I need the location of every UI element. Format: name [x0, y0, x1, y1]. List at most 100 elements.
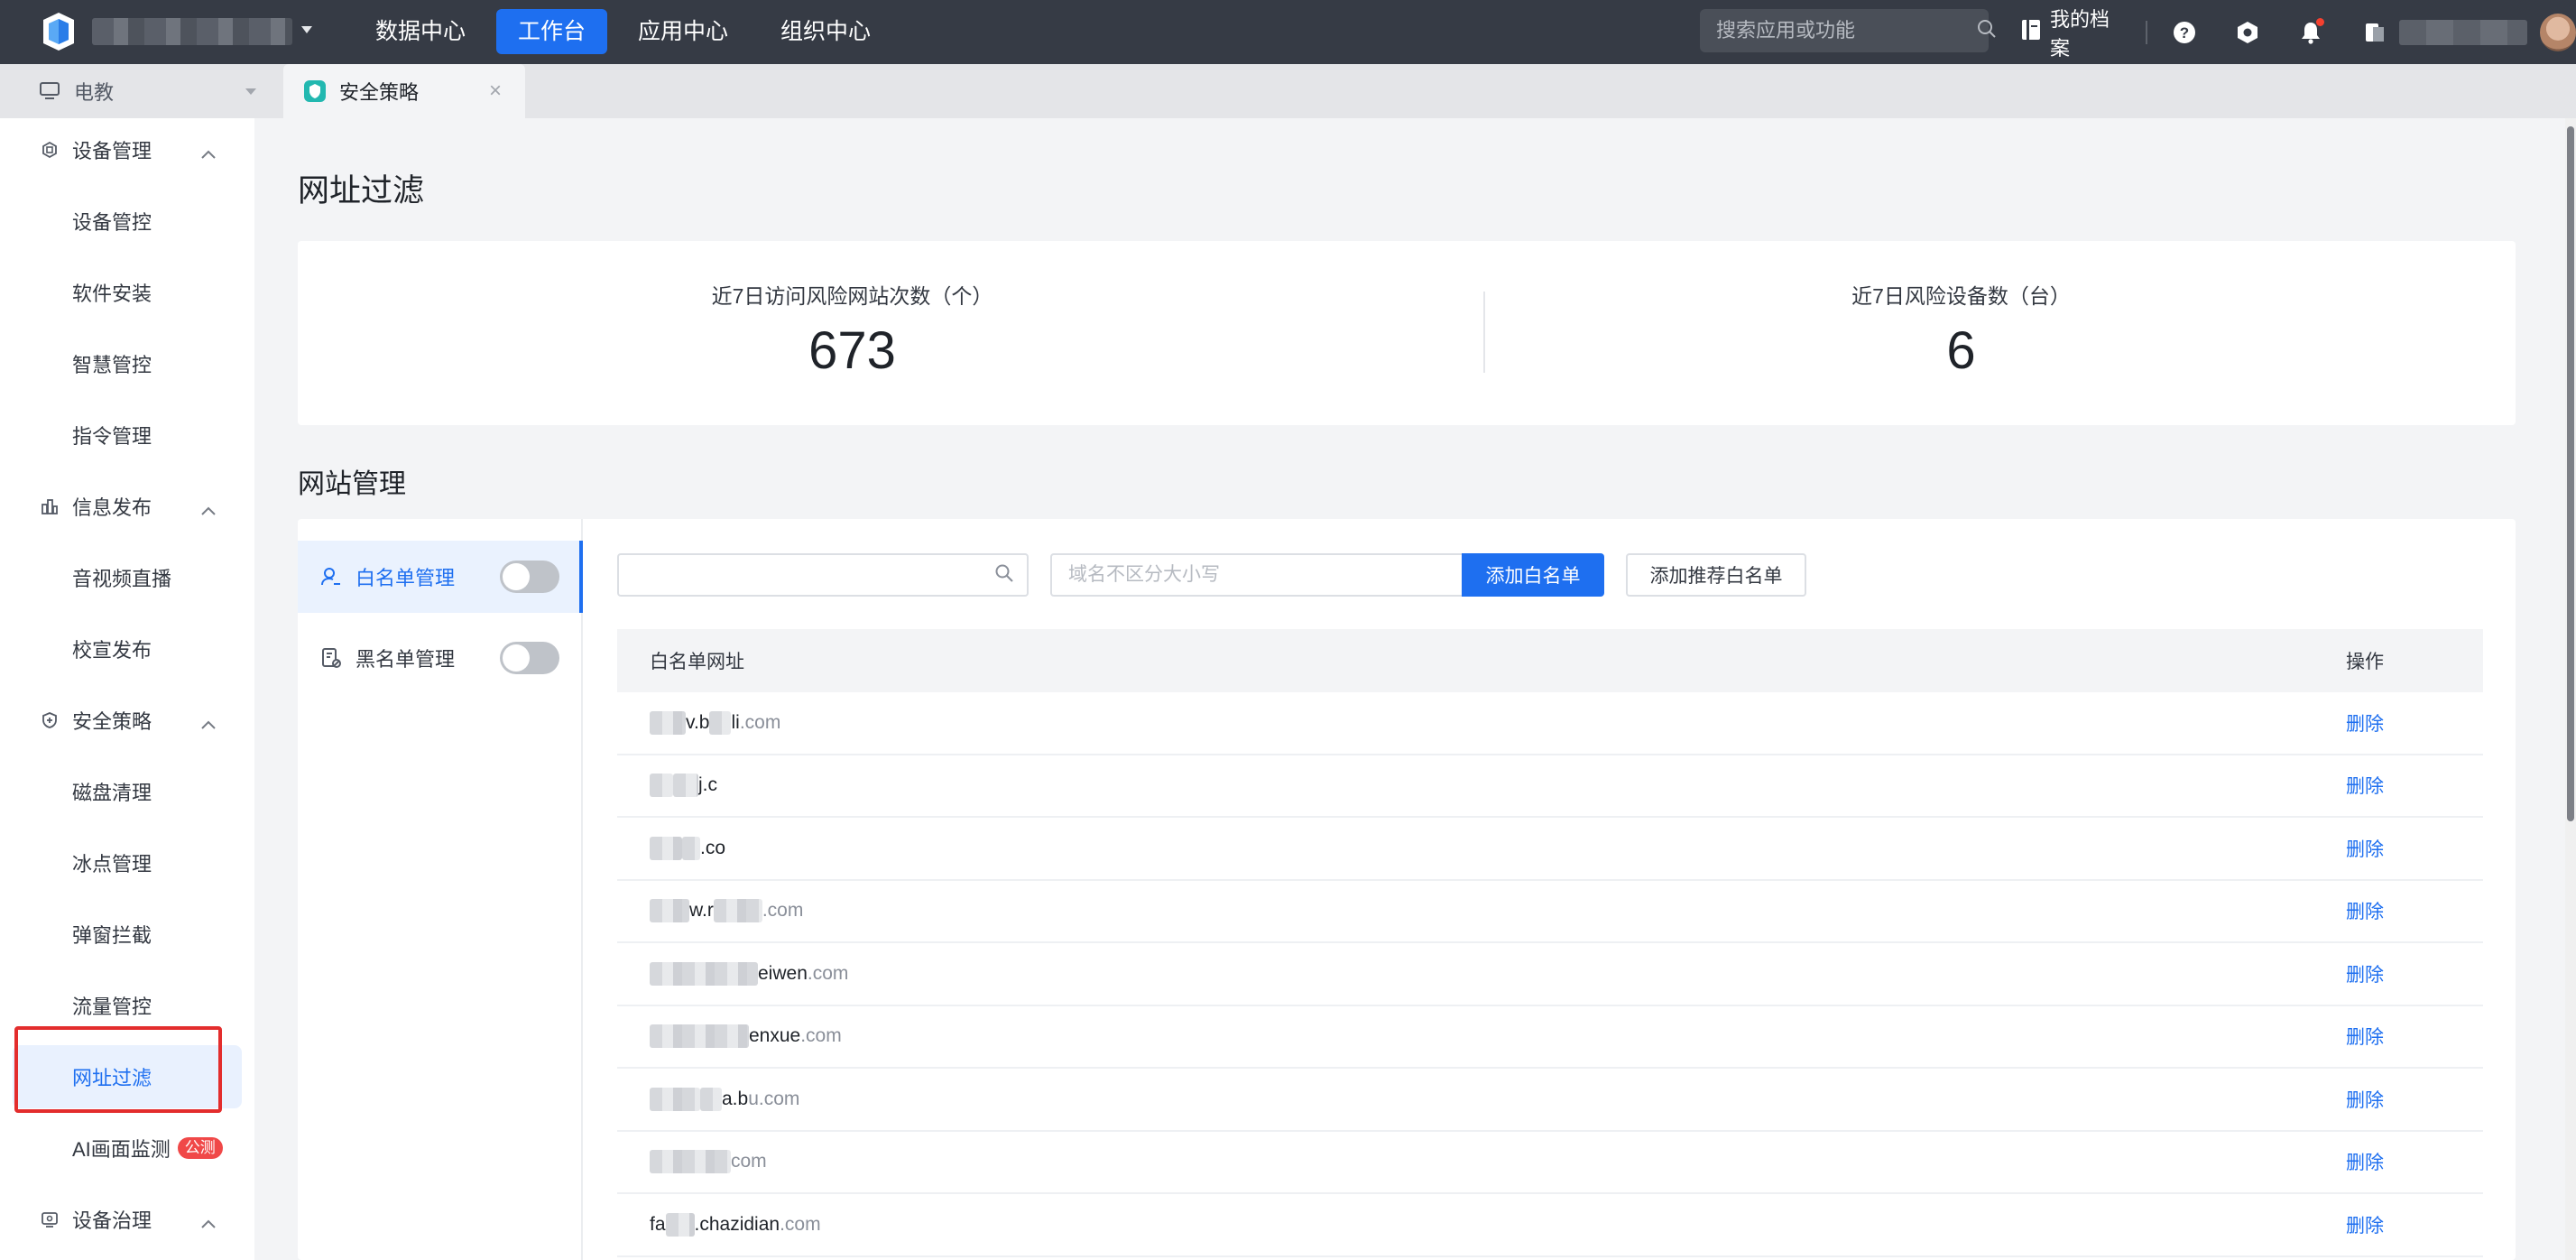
- my-profile-link[interactable]: 我的档案: [2021, 4, 2124, 61]
- whitelist-toggle[interactable]: [500, 561, 559, 593]
- svg-text:?: ?: [2180, 24, 2189, 42]
- whitelist-search[interactable]: [617, 553, 1029, 597]
- chevron-up-icon[interactable]: [200, 142, 217, 165]
- whitelist-url: .co: [617, 836, 2330, 860]
- domain-input[interactable]: [1050, 553, 1462, 597]
- tab-strip: 电教 安全策略 ×: [0, 64, 2576, 118]
- org-dropdown-icon[interactable]: [301, 26, 312, 33]
- add-recommended-whitelist-button[interactable]: 添加推荐白名单: [1626, 553, 1806, 597]
- account-switch-icon[interactable]: [2359, 16, 2389, 49]
- redacted-text: [650, 1150, 731, 1174]
- redacted-text: [650, 899, 689, 923]
- notification-dot: [2316, 17, 2325, 26]
- table-body: v.b li .com 删除 j.c 删除 .co 删除 w.r .com 删除 eiwen .com 删…: [617, 692, 2483, 1257]
- sidebar-item-url-filter[interactable]: 网址过滤: [13, 1045, 242, 1108]
- delete-link[interactable]: 删除: [2330, 1086, 2483, 1113]
- top-right-tools: 我的档案 ?: [2021, 0, 2576, 64]
- sidebar-item-campus-publish[interactable]: 校宣发布: [13, 617, 242, 681]
- sidebar-item-ai-screen-monitor[interactable]: AI画面监测 公测: [13, 1116, 242, 1180]
- stat-label: 近7日访问风险网站次数（个）: [711, 284, 993, 308]
- delete-link[interactable]: 删除: [2330, 709, 2483, 737]
- delete-link[interactable]: 删除: [2330, 835, 2483, 862]
- whitelist-search-input[interactable]: [632, 564, 994, 586]
- beta-badge: 公测: [177, 1137, 223, 1159]
- nav-blacklist[interactable]: 黑名单管理: [298, 622, 583, 694]
- whitelist-panel: 添加白名单 添加推荐白名单 白名单网址 操作 v.bli.com删除j.c删除.…: [583, 519, 2516, 1260]
- avatar[interactable]: [2540, 13, 2576, 51]
- help-icon[interactable]: ?: [2169, 16, 2200, 49]
- column-header-operation: 操作: [2346, 652, 2384, 672]
- device-icon: [40, 140, 60, 160]
- notification-bell-icon[interactable]: [2295, 16, 2326, 49]
- redacted-text: [650, 836, 682, 860]
- delete-link[interactable]: 删除: [2330, 960, 2483, 987]
- redacted-text: [673, 774, 698, 798]
- sidebar-item-device-control[interactable]: 设备管控: [13, 190, 242, 253]
- chevron-up-icon[interactable]: [200, 712, 217, 736]
- url-fragment: eiwen: [758, 962, 808, 984]
- sidebar-item-command-management[interactable]: 指令管理: [13, 403, 242, 467]
- org-name-redacted[interactable]: [92, 18, 292, 45]
- chevron-down-icon[interactable]: [245, 88, 256, 95]
- table-row: fa .chazidian .com 删除: [617, 1194, 2483, 1257]
- menu-item-data-center[interactable]: 数据中心: [354, 9, 487, 54]
- url-fragment: fa: [650, 1213, 666, 1235]
- sidebar-item-label: AI画面监测: [72, 1138, 171, 1161]
- user-check-icon: [319, 565, 343, 588]
- monitor-icon: [40, 82, 60, 100]
- website-management-card: 白名单管理 黑名单管理 域名不区分大小写 添加白名单 添加推荐白名单 白名单网址…: [298, 519, 2516, 1260]
- page-title: 网址过滤: [298, 173, 425, 208]
- sidebar-group-security-policy[interactable]: 安全策略: [0, 689, 254, 752]
- workspace-selector[interactable]: 电教: [5, 64, 276, 118]
- menu-item-org-center[interactable]: 组织中心: [759, 9, 892, 54]
- redacted-text: [709, 710, 732, 735]
- workspace-label: 电教: [74, 81, 115, 104]
- sidebar-item-live-streaming[interactable]: 音视频直播: [13, 546, 242, 609]
- close-icon[interactable]: ×: [489, 79, 502, 104]
- sidebar-item-disk-cleanup[interactable]: 磁盘清理: [13, 760, 242, 823]
- top-nav-bar: 数据中心 工作台 应用中心 组织中心 我的档案 ?: [0, 0, 2576, 64]
- sidebar-group-device-governance[interactable]: 设备治理: [0, 1188, 254, 1251]
- global-search[interactable]: [1700, 9, 1996, 52]
- nav-whitelist[interactable]: 白名单管理: [298, 541, 583, 613]
- redacted-text: [650, 1087, 700, 1111]
- app-logo-icon[interactable]: [36, 9, 81, 54]
- stat-risk-devices: 近7日风险设备数（台） 6: [1407, 241, 2516, 425]
- global-search-input[interactable]: [1716, 19, 1976, 42]
- my-profile-label: 我的档案: [2050, 7, 2110, 60]
- user-name-redacted[interactable]: [2398, 19, 2528, 45]
- menu-item-workbench[interactable]: 工作台: [496, 9, 608, 54]
- sidebar-item-software-install[interactable]: 软件安装: [13, 261, 242, 324]
- sidebar-group-label: 安全策略: [72, 710, 152, 733]
- chevron-up-icon[interactable]: [200, 498, 217, 522]
- page-scrollbar-thumb[interactable]: [2567, 126, 2574, 821]
- delete-link[interactable]: 删除: [2330, 1023, 2483, 1050]
- tab-label: 安全策略: [339, 81, 420, 104]
- whitelist-url: a.b u.com: [617, 1087, 2330, 1111]
- search-icon[interactable]: [1976, 18, 1998, 44]
- url-fragment: li: [731, 711, 740, 733]
- delete-link[interactable]: 删除: [2330, 772, 2483, 799]
- add-whitelist-button[interactable]: 添加白名单: [1462, 553, 1604, 597]
- blacklist-toggle[interactable]: [500, 642, 559, 674]
- menu-item-app-center[interactable]: 应用中心: [616, 9, 750, 54]
- sidebar-item-traffic-control[interactable]: 流量管控: [13, 974, 242, 1037]
- url-suffix: .com: [762, 900, 804, 922]
- redacted-text: [700, 1087, 722, 1111]
- sidebar-item-freeze-management[interactable]: 冰点管理: [13, 831, 242, 894]
- whitelist-url: com: [617, 1150, 2330, 1174]
- delete-link[interactable]: 删除: [2330, 1148, 2483, 1175]
- delete-link[interactable]: 删除: [2330, 1211, 2483, 1238]
- search-icon[interactable]: [994, 563, 1014, 588]
- tab-security-policy[interactable]: 安全策略 ×: [283, 64, 525, 118]
- sidebar-item-popup-blocking[interactable]: 弹窗拦截: [13, 903, 242, 966]
- sidebar-group-device-management[interactable]: 设备管理: [0, 118, 254, 181]
- delete-link[interactable]: 删除: [2330, 897, 2483, 924]
- stats-card: 近7日访问风险网站次数（个） 673 近7日风险设备数（台） 6: [298, 241, 2516, 425]
- settings-hex-icon[interactable]: [2232, 16, 2263, 49]
- sidebar-group-info-publish[interactable]: 信息发布: [0, 475, 254, 538]
- url-fragment: j.c: [698, 774, 717, 796]
- nav-divider: [2145, 20, 2147, 44]
- chevron-up-icon[interactable]: [200, 1211, 217, 1235]
- sidebar-item-smart-control[interactable]: 智慧管控: [13, 332, 242, 395]
